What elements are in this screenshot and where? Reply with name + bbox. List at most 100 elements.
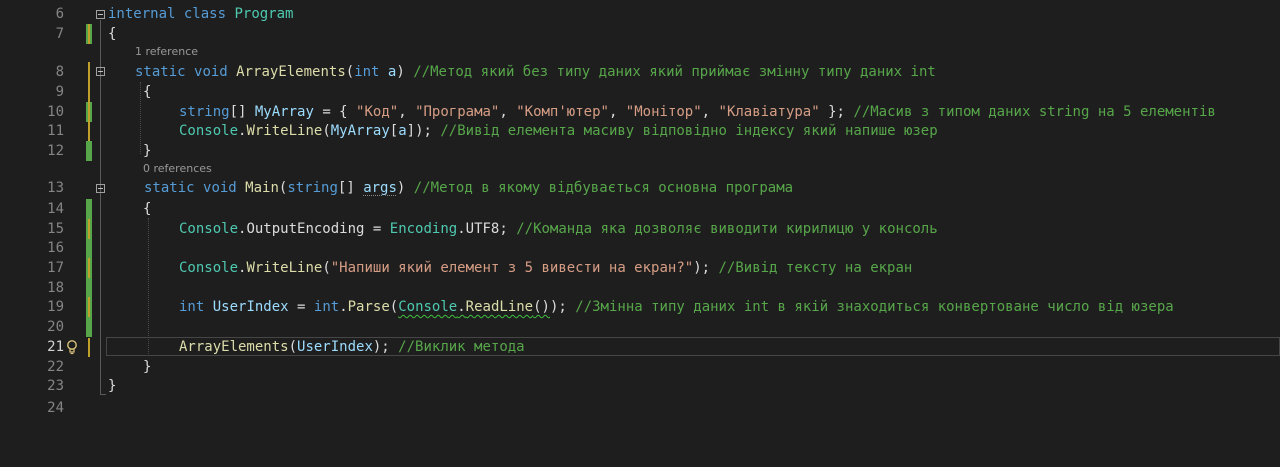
keyword: string (179, 104, 230, 120)
codelens-references[interactable]: 1 reference (135, 45, 198, 59)
punct: ( (322, 260, 331, 276)
method-name: ReadLine (465, 299, 534, 315)
punct: , (608, 104, 626, 120)
line-number: 20 (47, 319, 64, 335)
line-number: 10 (47, 104, 64, 120)
string-literal: "Код" (356, 104, 399, 120)
line-number: 24 (47, 400, 64, 416)
comment: //Вивід тексту на екран (718, 260, 913, 276)
line-number: 19 (47, 299, 64, 315)
string-literal: "Напиши який елемент з 5 вивести на екра… (330, 260, 694, 276)
code-line[interactable]: 8 static void ArrayElements(int a) //Мет… (0, 62, 1280, 82)
string-literal: "Монітор" (625, 104, 702, 120)
punct: , (499, 104, 517, 120)
class-name: Console (179, 221, 239, 237)
code-line[interactable]: 21 ArrayElements(UserIndex); //Виклик ме… (0, 337, 1280, 357)
punct: ( (322, 123, 331, 139)
string-literal: "Програма" (415, 104, 500, 120)
brace: { (143, 201, 152, 217)
keyword: void (194, 64, 228, 80)
code-line[interactable]: 20 (0, 317, 1280, 337)
method-name: Parse (347, 299, 390, 315)
keyword: string (287, 180, 338, 196)
keyword: static (135, 64, 186, 80)
line-number: 17 (47, 260, 64, 276)
code-line[interactable]: 12 } (0, 141, 1280, 161)
punct: , (701, 104, 719, 120)
property: UTF8 (465, 221, 500, 237)
method-name: ArrayElements (236, 64, 346, 80)
code-line[interactable]: 14 { (0, 199, 1280, 219)
comment: //Масив з типом даних string на 5 елемен… (853, 104, 1216, 120)
punct: . (457, 299, 466, 315)
line-number: 6 (55, 6, 64, 22)
punct: , (398, 104, 416, 120)
class-name: Console (179, 260, 239, 276)
punct: ( (389, 299, 399, 315)
comment: //Метод в якому відбувається основна про… (413, 180, 794, 196)
keyword: internal (108, 6, 176, 22)
parameter: a (398, 123, 407, 139)
brace: } (143, 359, 152, 375)
brace: { (108, 26, 117, 42)
code-editor[interactable]: 6 internal class Program 7 { 1 reference… (0, 0, 1280, 467)
string-literal: "Комп'ютер" (516, 104, 609, 120)
line-number: 14 (47, 201, 64, 217)
method-name: WriteLine (246, 260, 323, 276)
class-name: Console (179, 123, 239, 139)
code-line[interactable]: 9 { (0, 82, 1280, 102)
code-line[interactable]: 15 Console.OutputEncoding = Encoding.UTF… (0, 219, 1280, 239)
codelens-references[interactable]: 0 references (143, 162, 212, 176)
code-line[interactable]: 16 (0, 238, 1280, 258)
code-line[interactable]: 23 } (0, 376, 1280, 396)
code-line[interactable]: 19 int UserIndex = int.Parse(Console.Rea… (0, 297, 1280, 317)
punct: ( (345, 64, 355, 80)
punct: ) (396, 64, 405, 80)
line-number: 8 (55, 64, 64, 80)
code-line[interactable]: 22 } (0, 357, 1280, 377)
code-line[interactable]: 6 internal class Program (0, 4, 1280, 24)
code-line[interactable]: 11 Console.WriteLine(MyArray[a]); //Виві… (0, 121, 1280, 141)
method-name: WriteLine (246, 123, 323, 139)
code-line[interactable]: 13 static void Main(string[] args) //Мет… (0, 178, 1280, 198)
variable: MyArray (330, 123, 390, 139)
variable: UserIndex (212, 299, 289, 315)
line-number: 11 (47, 123, 64, 139)
brace: { (143, 84, 152, 100)
property: OutputEncoding (246, 221, 365, 237)
line-number: 13 (47, 180, 64, 196)
comment: //Змінна типу даних int в якій знаходить… (575, 299, 1174, 315)
code-line[interactable]: 18 (0, 278, 1280, 298)
parameter: args (363, 180, 397, 196)
punct: [] (229, 104, 255, 120)
code-line[interactable]: 24 (0, 398, 1280, 418)
comment: //Виклик метода (398, 339, 525, 355)
line-number: 15 (47, 221, 64, 237)
keyword: int (179, 299, 205, 315)
punct: () (533, 299, 550, 315)
keyword: int (354, 64, 380, 80)
line-number: 16 (47, 240, 64, 256)
code-line[interactable]: 10 string[] MyArray = { "Код", "Програма… (0, 102, 1280, 122)
punct: . (339, 299, 348, 315)
punct: ] (406, 123, 416, 139)
code-line[interactable]: 7 { (0, 24, 1280, 44)
punct: ; (499, 221, 517, 237)
punct: ); (372, 339, 399, 355)
keyword: void (203, 180, 237, 196)
punct: ( (288, 339, 298, 355)
comment: //Команда яка дозволяє виводити кирилицю… (516, 221, 938, 237)
code-line[interactable]: 17 Console.WriteLine("Напиши який елемен… (0, 258, 1280, 278)
variable: UserIndex (297, 339, 373, 355)
line-number-current: 21 (47, 339, 64, 355)
class-name: Console (398, 299, 458, 315)
line-number: 9 (55, 84, 64, 100)
punct: [] (337, 180, 364, 196)
brace: } (108, 378, 117, 394)
punct: . (457, 221, 466, 237)
punct: = (364, 221, 390, 237)
punct: }; (819, 104, 854, 120)
class-name: Program (234, 6, 294, 22)
keyword: int (313, 299, 340, 315)
method-name: ArrayElements (179, 339, 289, 355)
